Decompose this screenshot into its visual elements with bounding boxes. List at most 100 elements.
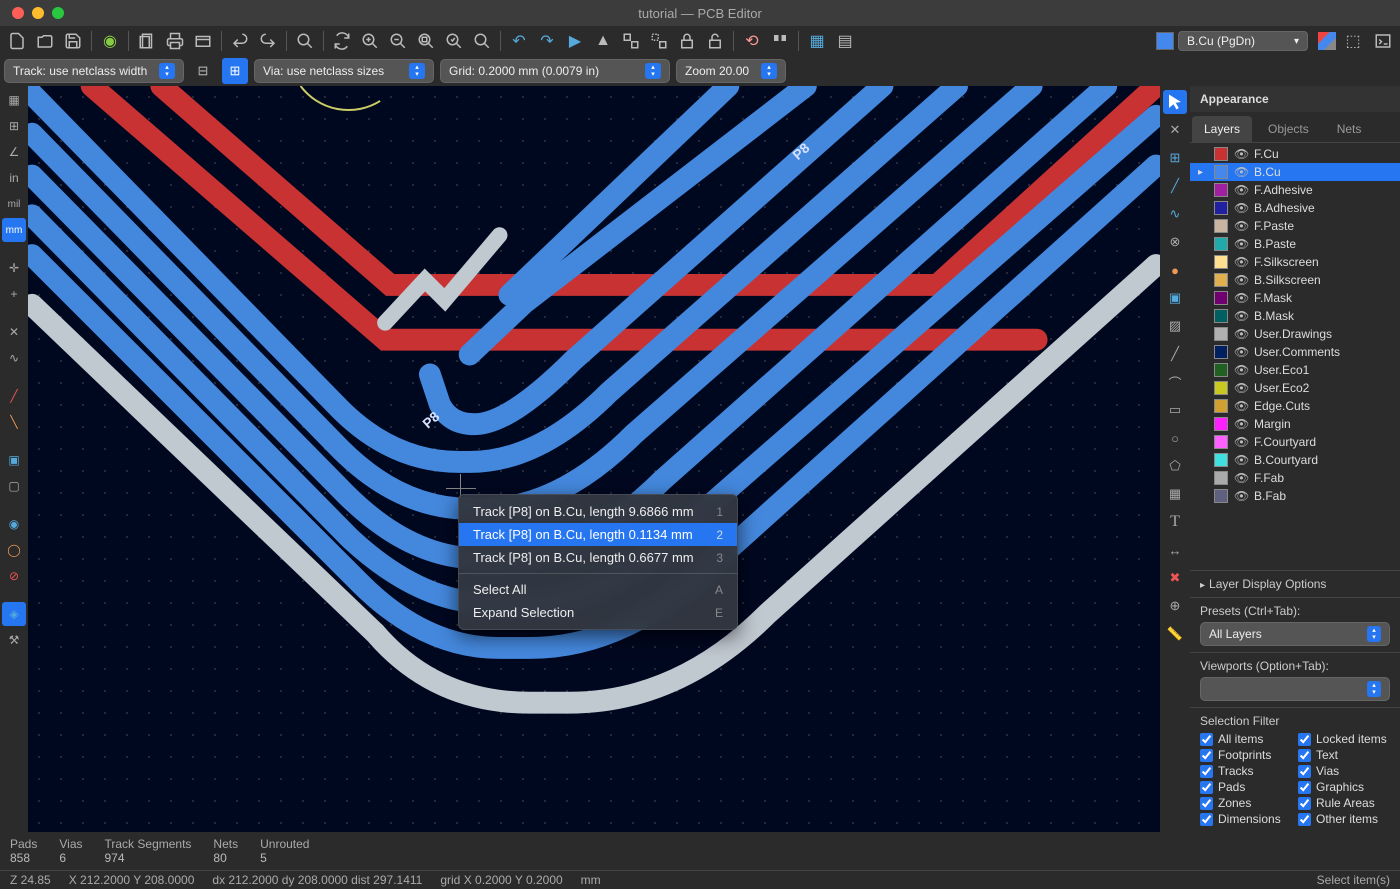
viewports-combo[interactable]: ▴▾ — [1200, 677, 1390, 701]
close-button[interactable] — [12, 7, 24, 19]
layer-visibility-icon[interactable]: 👁 — [1234, 273, 1248, 287]
layer-visibility-icon[interactable]: 👁 — [1234, 255, 1248, 269]
polar-coords-icon[interactable]: ∠ — [2, 140, 26, 164]
layer-visibility-icon[interactable]: 👁 — [1234, 219, 1248, 233]
presets-combo[interactable]: All Layers▴▾ — [1200, 622, 1390, 646]
mirror-v-icon[interactable]: ▶ — [562, 28, 588, 54]
layer-color-swatch[interactable] — [1214, 435, 1228, 449]
drc-icon[interactable]: ▦ — [804, 28, 830, 54]
grid-override-icon[interactable]: ⊞ — [2, 114, 26, 138]
console-icon[interactable] — [1370, 28, 1396, 54]
layer-visibility-icon[interactable]: 👁 — [1234, 435, 1248, 449]
layer-row-f-paste[interactable]: 👁 F.Paste — [1190, 217, 1400, 235]
layer-color-swatch[interactable] — [1214, 345, 1228, 359]
filter-graphics[interactable]: Graphics — [1298, 780, 1390, 794]
filter-footprints[interactable]: Footprints — [1200, 748, 1292, 762]
filter-rule-areas[interactable]: Rule Areas — [1298, 796, 1390, 810]
group-icon[interactable] — [618, 28, 644, 54]
filter-pads[interactable]: Pads — [1200, 780, 1292, 794]
layer-display-options[interactable]: Layer Display Options — [1190, 570, 1400, 597]
filter-checkbox[interactable] — [1200, 813, 1213, 826]
select-tool-icon[interactable] — [1163, 90, 1187, 114]
filter-all-items[interactable]: All items — [1200, 732, 1292, 746]
minimize-button[interactable] — [32, 7, 44, 19]
track-width-from-pad-icon[interactable]: ⊞ — [222, 58, 248, 84]
zoom-combo[interactable]: Zoom 20.00▴▾ — [676, 59, 786, 83]
zone-outline-icon[interactable]: ▢ — [2, 474, 26, 498]
layer-row-f-cu[interactable]: 👁 F.Cu — [1190, 145, 1400, 163]
layer-color-swatch[interactable] — [1214, 363, 1228, 377]
layer-color-swatch[interactable] — [1214, 165, 1228, 179]
layer-visibility-icon[interactable]: 👁 — [1234, 345, 1248, 359]
filter-checkbox[interactable] — [1200, 765, 1213, 778]
zoom-fit-icon[interactable] — [413, 28, 439, 54]
filter-zones[interactable]: Zones — [1200, 796, 1292, 810]
cursor-small-icon[interactable]: + — [2, 282, 26, 306]
filter-checkbox[interactable] — [1298, 781, 1311, 794]
curved-ratsnest-icon[interactable]: ∿ — [2, 346, 26, 370]
filter-locked-items[interactable]: Locked items — [1298, 732, 1390, 746]
layer-row-b-silkscreen[interactable]: 👁 B.Silkscreen — [1190, 271, 1400, 289]
layer-color-swatch[interactable] — [1214, 381, 1228, 395]
filter-checkbox[interactable] — [1298, 765, 1311, 778]
ctx-item-track-1[interactable]: Track [P8] on B.Cu, length 9.6866 mm1 — [459, 500, 737, 523]
layer-color-swatch[interactable] — [1214, 273, 1228, 287]
measure-icon[interactable]: 📏 — [1163, 622, 1187, 646]
layer-visibility-icon[interactable]: 👁 — [1234, 417, 1248, 431]
ctx-expand-selection[interactable]: Expand SelectionE — [459, 601, 737, 624]
units-mm-icon[interactable]: mm — [2, 218, 26, 242]
scripting-icon[interactable]: ⬚ — [1340, 28, 1366, 54]
auto-track-width-icon[interactable]: ⊟ — [190, 58, 216, 84]
new-icon[interactable] — [4, 28, 30, 54]
layer-row-b-adhesive[interactable]: 👁 B.Adhesive — [1190, 199, 1400, 217]
place-footprint-icon[interactable]: ⊞ — [1163, 146, 1187, 170]
units-mil-icon[interactable]: mil — [2, 192, 26, 216]
layer-visibility-icon[interactable]: 👁 — [1234, 471, 1248, 485]
layer-color-swatch[interactable] — [1214, 219, 1228, 233]
grid-toggle-icon[interactable]: ▦ — [2, 88, 26, 112]
filter-checkbox[interactable] — [1298, 797, 1311, 810]
add-zone-icon[interactable]: ▣ — [1163, 286, 1187, 310]
grid-combo[interactable]: Grid: 0.2000 mm (0.0079 in)▴▾ — [440, 59, 670, 83]
track-fill-icon[interactable]: ⊘ — [2, 564, 26, 588]
layer-color-swatch[interactable] — [1214, 183, 1228, 197]
ctx-item-track-3[interactable]: Track [P8] on B.Cu, length 0.6677 mm3 — [459, 546, 737, 569]
layer-row-f-courtyard[interactable]: 👁 F.Courtyard — [1190, 433, 1400, 451]
layer-row-b-paste[interactable]: 👁 B.Paste — [1190, 235, 1400, 253]
filter-checkbox[interactable] — [1200, 781, 1213, 794]
pcb-canvas[interactable]: P8 P8 Track [P8] on B.Cu, length 9.6866 … — [28, 86, 1160, 832]
lock-icon[interactable] — [674, 28, 700, 54]
refresh-icon[interactable] — [329, 28, 355, 54]
set-origin-icon[interactable]: ⊕ — [1163, 594, 1187, 618]
ratsnest-icon[interactable]: ✕ — [2, 320, 26, 344]
layer-row-edge-cuts[interactable]: 👁 Edge.Cuts — [1190, 397, 1400, 415]
layer-visibility-icon[interactable]: 👁 — [1234, 165, 1248, 179]
filter-dimensions[interactable]: Dimensions — [1200, 812, 1292, 826]
layer-visibility-icon[interactable]: 👁 — [1234, 201, 1248, 215]
layer-color-swatch[interactable] — [1214, 201, 1228, 215]
draw-arc-icon[interactable]: ⌒ — [1163, 370, 1187, 394]
tab-objects[interactable]: Objects — [1256, 116, 1321, 142]
layer-row-b-cu[interactable]: ▸ 👁 B.Cu — [1190, 163, 1400, 181]
layer-visibility-icon[interactable]: 👁 — [1234, 453, 1248, 467]
tab-nets[interactable]: Nets — [1325, 116, 1374, 142]
add-image-icon[interactable]: ▦ — [1163, 482, 1187, 506]
undo-icon[interactable] — [227, 28, 253, 54]
update-pcb-icon[interactable]: ⟲ — [739, 28, 765, 54]
layer-visibility-icon[interactable]: 👁 — [1234, 363, 1248, 377]
layer-row-b-mask[interactable]: 👁 B.Mask — [1190, 307, 1400, 325]
units-inch-icon[interactable]: in — [2, 166, 26, 190]
rotate-ccw-icon[interactable]: ↶ — [506, 28, 532, 54]
layer-color-swatch[interactable] — [1214, 471, 1228, 485]
track-width-combo[interactable]: Track: use netclass width▴▾ — [4, 59, 184, 83]
filter-tracks[interactable]: Tracks — [1200, 764, 1292, 778]
unlock-icon[interactable] — [702, 28, 728, 54]
layer-row-b-fab[interactable]: 👁 B.Fab — [1190, 487, 1400, 505]
print-icon[interactable] — [162, 28, 188, 54]
layer-row-user-eco1[interactable]: 👁 User.Eco1 — [1190, 361, 1400, 379]
layer-row-f-silkscreen[interactable]: 👁 F.Silkscreen — [1190, 253, 1400, 271]
filter-checkbox[interactable] — [1200, 749, 1213, 762]
board-setup-icon[interactable]: ◉ — [97, 28, 123, 54]
route-diff-icon[interactable]: ∿ — [1163, 202, 1187, 226]
layer-row-f-fab[interactable]: 👁 F.Fab — [1190, 469, 1400, 487]
